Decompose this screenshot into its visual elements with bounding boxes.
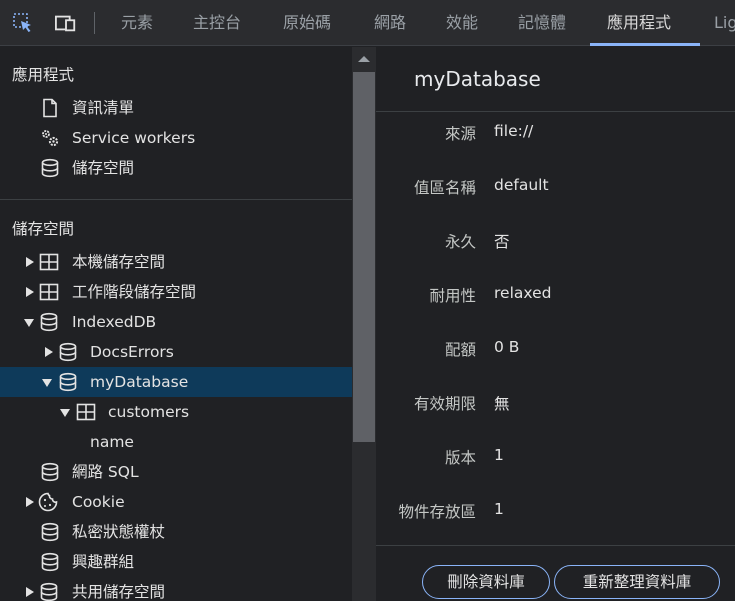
prop-label-origin: 來源 (444, 125, 476, 143)
expand-arrow-icon[interactable] (26, 497, 34, 507)
page-title: myDatabase (414, 67, 541, 91)
sidebar-item-label: Cookie (72, 493, 125, 511)
prop-value-durability: relaxed (494, 284, 552, 302)
database-details-panel: myDatabase 來源 file:// 值區名稱 default 永久 否 … (376, 47, 735, 601)
sidebar-item-label: 資訊清單 (72, 99, 135, 117)
sidebar-item-label: myDatabase (90, 373, 189, 391)
prop-value-expiration: 無 (494, 395, 510, 413)
sidebar-item-mydatabase[interactable]: myDatabase (0, 367, 352, 397)
title-divider (376, 111, 735, 112)
table-icon (39, 283, 59, 301)
sidebar-item-label: 儲存空間 (72, 159, 135, 177)
tab-sources[interactable]: 原始碼 (283, 0, 331, 46)
expand-arrow-icon[interactable] (45, 347, 53, 357)
prop-label-object-stores: 物件存放區 (398, 503, 476, 521)
tab-console[interactable]: 主控台 (193, 0, 241, 46)
prop-label-bucket-name: 值區名稱 (413, 179, 476, 197)
database-icon (40, 312, 58, 332)
prop-label-quota: 配額 (444, 341, 476, 359)
prop-label-persistent: 永久 (444, 233, 476, 251)
sidebar-item-label: 本機儲存空間 (72, 253, 166, 271)
tab-application[interactable]: 應用程式 (607, 0, 671, 46)
table-icon (39, 253, 59, 271)
sidebar-item-cookies[interactable]: Cookie (0, 487, 352, 517)
inspect-element-icon[interactable] (12, 12, 34, 34)
expand-arrow-icon[interactable] (26, 257, 34, 267)
sidebar-item-label: Service workers (72, 129, 196, 147)
collapse-arrow-icon[interactable] (42, 379, 52, 387)
sidebar-item-session-storage[interactable]: 工作階段儲存空間 (0, 277, 352, 307)
tab-elements[interactable]: 元素 (121, 0, 153, 46)
sidebar-item-shared-storage[interactable]: 共用儲存空間 (0, 577, 352, 601)
sidebar-item-label: 共用儲存空間 (72, 583, 166, 601)
tab-network[interactable]: 網路 (374, 0, 406, 46)
sidebar-item-indexeddb[interactable]: IndexedDB (0, 307, 352, 337)
collapse-arrow-icon[interactable] (24, 319, 34, 327)
sidebar-item-manifest[interactable]: 資訊清單 (0, 93, 352, 123)
actions-divider (376, 545, 735, 546)
sidebar-item-label: 興趣群組 (72, 553, 135, 571)
sidebar: 應用程式 資訊清單 Service workers 儲存空間 儲存空間 本機儲存… (0, 47, 352, 601)
section-title-application: 應用程式 (12, 66, 75, 84)
prop-value-persistent: 否 (494, 233, 510, 251)
device-toolbar-icon[interactable] (55, 12, 77, 34)
prop-label-expiration: 有效期限 (413, 395, 476, 413)
prop-value-quota: 0 B (494, 338, 520, 356)
toolbar-separator (94, 12, 95, 34)
cookie-icon (38, 492, 58, 512)
gears-icon (42, 130, 59, 147)
sidebar-item-private-state-tokens[interactable]: 私密狀態權杖 (0, 517, 352, 547)
sidebar-item-customers[interactable]: customers (0, 397, 352, 427)
refresh-database-button[interactable]: 重新整理資料庫 (554, 565, 720, 599)
sidebar-item-index-name[interactable]: name (0, 427, 352, 457)
prop-label-version: 版本 (444, 449, 476, 467)
sidebar-item-label: 私密狀態權杖 (72, 523, 166, 541)
scroll-up-arrow-icon[interactable] (358, 56, 370, 62)
sidebar-item-storage[interactable]: 儲存空間 (0, 153, 352, 183)
sidebar-item-label: IndexedDB (72, 313, 157, 331)
tab-performance[interactable]: 效能 (446, 0, 478, 46)
collapse-arrow-icon[interactable] (60, 409, 70, 417)
database-icon (59, 342, 77, 362)
database-icon (41, 552, 59, 572)
prop-value-origin: file:// (494, 122, 534, 140)
database-icon (40, 582, 58, 601)
database-icon (59, 372, 77, 392)
prop-value-version: 1 (494, 446, 504, 464)
expand-arrow-icon[interactable] (26, 587, 34, 597)
section-divider (0, 199, 352, 200)
tab-lighthouse[interactable]: Lig (714, 0, 735, 46)
devtools-toolbar: 元素 主控台 原始碼 網路 效能 記憶體 應用程式 Lig (0, 0, 735, 46)
sidebar-item-local-storage[interactable]: 本機儲存空間 (0, 247, 352, 277)
database-icon (41, 522, 59, 542)
sidebar-item-service-workers[interactable]: Service workers (0, 123, 352, 153)
database-icon (41, 462, 59, 482)
document-icon (43, 98, 57, 118)
database-icon (41, 158, 59, 178)
table-icon (76, 403, 96, 421)
sidebar-item-label: 工作階段儲存空間 (72, 283, 197, 301)
prop-label-durability: 耐用性 (429, 287, 476, 305)
sidebar-item-label: customers (108, 403, 190, 421)
active-tab-indicator (590, 43, 700, 46)
sidebar-item-label: 網路 SQL (72, 463, 139, 481)
sidebar-item-docserrors[interactable]: DocsErrors (0, 337, 352, 367)
sidebar-item-label: name (90, 433, 134, 451)
sidebar-item-web-sql[interactable]: 網路 SQL (0, 457, 352, 487)
scrollbar-thumb[interactable] (353, 72, 375, 442)
sidebar-item-interest-groups[interactable]: 興趣群組 (0, 547, 352, 577)
prop-value-object-stores: 1 (494, 500, 504, 518)
expand-arrow-icon[interactable] (26, 287, 34, 297)
sidebar-item-label: DocsErrors (90, 343, 174, 361)
prop-value-bucket-name: default (494, 176, 549, 194)
tab-memory[interactable]: 記憶體 (518, 0, 566, 46)
delete-database-button[interactable]: 刪除資料庫 (422, 565, 550, 599)
section-title-storage: 儲存空間 (12, 220, 75, 238)
